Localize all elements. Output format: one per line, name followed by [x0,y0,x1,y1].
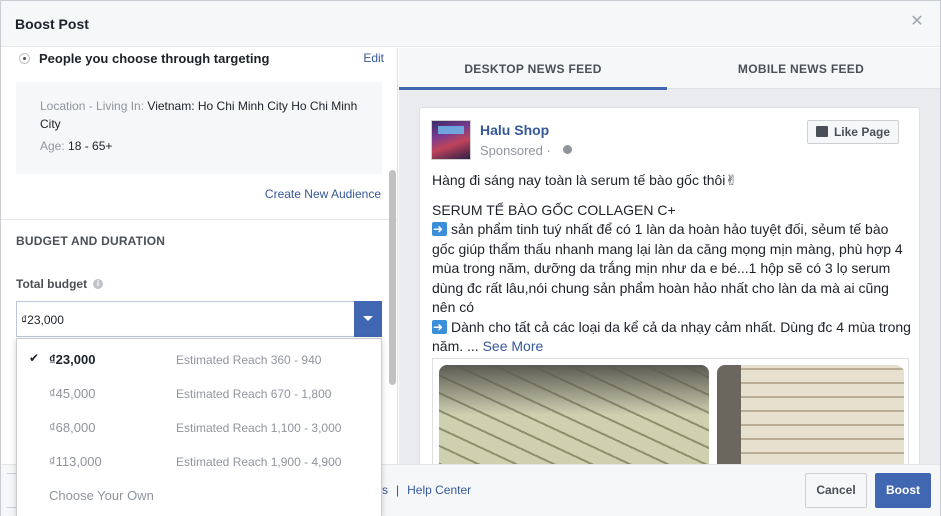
post-line: sản phẩm tinh tuý nhất để có 1 làn da ho… [432,221,903,315]
budget-option-reach: Estimated Reach 360 - 940 [176,353,322,367]
budget-dropdown-menu: ✔ ₫23,000 Estimated Reach 360 - 940 ₫45,… [16,338,382,516]
budget-option-amount: ₫45,000 [49,386,96,401]
budget-option-amount: ₫68,000 [49,420,96,435]
page-avatar[interactable] [431,120,471,160]
section-divider [1,219,397,220]
chevron-down-icon[interactable] [354,301,382,337]
budget-option-reach: Estimated Reach 1,100 - 3,000 [176,421,342,435]
close-icon[interactable]: ✕ [910,14,924,30]
budget-option-reach: Estimated Reach 1,900 - 4,900 [176,455,342,469]
post-image[interactable] [439,365,709,464]
sponsored-label: Sponsored · [480,143,551,158]
total-budget-label: Total budget [16,277,88,291]
tab-desktop-news-feed[interactable]: DESKTOP NEWS FEED [399,48,667,90]
budget-option[interactable]: ₫45,000 Estimated Reach 670 - 1,800 [17,375,381,409]
post-image-carousel [432,358,909,464]
footer-link-partial[interactable]: s [382,483,388,497]
budget-option-amount: ₫23,000 [49,352,96,367]
total-budget-value: ₫23,000 [21,313,64,327]
total-budget-select[interactable]: ₫23,000 [16,301,382,337]
post-line: Hàng đi sáng nay toàn là serum tế bào gố… [432,172,738,188]
dialog-title: Boost Post [15,16,89,32]
post-text: Hàng đi sáng nay toàn là serum tế bào gố… [432,171,912,357]
audience-option-label: People you choose through targeting [39,51,270,66]
like-page-button[interactable]: Like Page [806,120,899,144]
budget-option-reach: Estimated Reach 670 - 1,800 [176,387,332,401]
budget-option[interactable]: ✔ ₫23,000 Estimated Reach 360 - 940 [17,341,381,375]
create-new-audience-link[interactable]: Create New Audience [265,187,381,201]
thumbs-up-icon [815,126,828,137]
budget-option-amount: Choose Your Own [49,488,154,503]
radio-button[interactable] [19,53,30,64]
arrow-right-icon [432,318,447,337]
cancel-button[interactable]: Cancel [805,473,867,508]
location-label: Location - Living In: [40,99,145,113]
globe-icon [563,145,572,154]
budget-option-custom[interactable]: Choose Your Own [17,477,381,511]
like-page-label: Like Page [833,125,890,139]
help-center-link[interactable]: Help Center [407,483,471,497]
see-more-link[interactable]: See More [483,338,544,354]
arrow-right-icon [432,220,447,240]
preview-panel: DESKTOP NEWS FEED MOBILE NEWS FEED Halu … [399,48,940,464]
dialog-header: Boost Post ✕ [1,1,940,47]
age-label: Age: [40,139,65,153]
post-image[interactable] [717,365,904,464]
budget-section-title: BUDGET AND DURATION [16,234,166,248]
page-name-link[interactable]: Halu Shop [480,122,549,138]
targeting-summary: Location - Living In: Vietnam: Ho Chi Mi… [16,82,382,174]
info-icon[interactable]: i [93,279,103,289]
footer-separator: | [396,483,400,497]
budget-option-amount: ₫113,000 [49,454,102,469]
audience-option-targeting[interactable]: People you choose through targeting Edit [19,50,384,70]
footer-links: s | Help Center [382,483,471,497]
settings-scrollbar[interactable] [389,170,396,385]
tab-mobile-news-feed[interactable]: MOBILE NEWS FEED [667,48,935,89]
post-preview: Halu Shop Sponsored · Like Page Hàng đi … [419,107,920,464]
post-line: SERUM TẾ BÀO GỐC COLLAGEN C+ [432,201,676,218]
edit-audience-link[interactable]: Edit [363,51,384,65]
budget-option[interactable]: ₫113,000 Estimated Reach 1,900 - 4,900 [17,443,381,477]
preview-tabs: DESKTOP NEWS FEED MOBILE NEWS FEED [399,48,940,90]
age-value: 18 - 65+ [68,139,113,153]
boost-post-dialog: Boost Post ✕ People you choose through t… [0,0,941,516]
check-icon: ✔ [29,351,40,365]
boost-button[interactable]: Boost [875,473,931,508]
budget-option[interactable]: ₫68,000 Estimated Reach 1,100 - 3,000 [17,409,381,443]
